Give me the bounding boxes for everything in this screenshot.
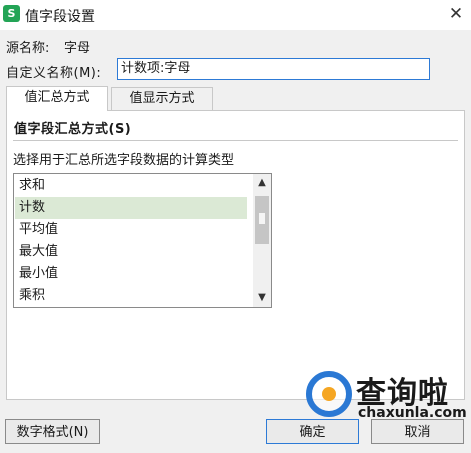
tab-show-values-as[interactable]: 值显示方式: [111, 87, 213, 110]
source-name-value: 字母: [64, 41, 91, 56]
watermark-search-icon: [306, 371, 352, 417]
watermark-url: chaxunla.com: [358, 405, 467, 421]
ok-button[interactable]: 确定: [266, 419, 359, 444]
list-item-product[interactable]: 乘积: [15, 285, 247, 307]
list-scrollbar[interactable]: ▲ ▼: [253, 174, 271, 307]
custom-name-label: 自定义名称(M):: [6, 66, 102, 81]
scroll-down-icon[interactable]: ▼: [253, 289, 271, 307]
number-format-button[interactable]: 数字格式(N): [5, 419, 100, 444]
scroll-up-icon[interactable]: ▲: [253, 174, 271, 192]
scroll-thumb[interactable]: [255, 196, 269, 244]
list-item-average[interactable]: 平均值: [15, 219, 247, 241]
title-bar: S 值字段设置 ✕: [0, 0, 471, 30]
list-item-min[interactable]: 最小值: [15, 263, 247, 285]
wps-app-icon: S: [3, 5, 20, 22]
scroll-thumb-grip: [259, 213, 265, 224]
tab-summarize-by[interactable]: 值汇总方式: [6, 86, 108, 111]
section-title: 值字段汇总方式(S): [14, 122, 132, 137]
watermark-dot: [322, 387, 336, 401]
section-divider: [13, 140, 458, 141]
summary-function-list[interactable]: 求和 计数 平均值 最大值 最小值 乘积 ▲ ▼: [13, 173, 272, 308]
list-item-sum[interactable]: 求和: [15, 175, 247, 197]
tab-panel: 值字段汇总方式(S) 选择用于汇总所选字段数据的计算类型 求和 计数 平均值 最…: [6, 110, 465, 400]
cancel-button[interactable]: 取消: [371, 419, 464, 444]
source-name-label: 源名称:: [6, 41, 50, 56]
list-caption: 选择用于汇总所选字段数据的计算类型: [13, 153, 235, 168]
list-item-count[interactable]: 计数: [15, 197, 247, 219]
dialog-title: 值字段设置: [25, 9, 95, 25]
custom-name-input[interactable]: 计数项:字母: [117, 58, 430, 80]
list-item-max[interactable]: 最大值: [15, 241, 247, 263]
close-icon[interactable]: ✕: [446, 3, 466, 25]
